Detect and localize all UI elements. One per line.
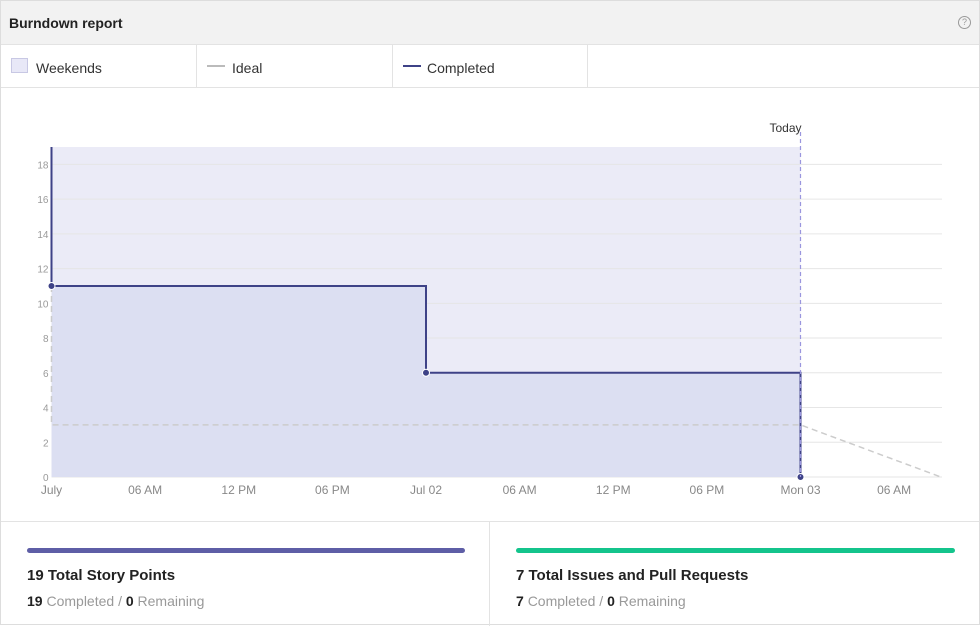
story-remaining-count: 0 [125, 593, 134, 609]
story-points-title: 19 Total Story Points [27, 567, 176, 584]
burndown-panel: Burndown report ? Weekends Ideal Complet… [0, 0, 980, 626]
story-completed-label: Completed [46, 593, 115, 609]
question-circle-icon[interactable]: ? [958, 16, 971, 29]
legend-label-completed: Completed [427, 60, 495, 76]
ideal-swatch-icon [207, 65, 225, 67]
y-tick-label: 10 [37, 299, 49, 310]
issues-stat: 7 Total Issues and Pull Requests 7 Compl… [490, 522, 979, 626]
legend-item-completed[interactable]: Completed [393, 45, 588, 87]
x-tick-label: 06 AM [128, 483, 162, 497]
legend-item-weekends[interactable]: Weekends [1, 45, 197, 87]
burndown-chart: 024681012141618July 06 AM 12 PM 06 PM Jul 02… [37, 121, 942, 497]
y-tick-label: 8 [43, 334, 49, 345]
stats-section: 19 Total Story Points 19 Completed / 0 R… [1, 521, 979, 626]
issues-progress-bar [516, 548, 955, 553]
y-tick-label: 2 [43, 438, 49, 449]
story-completed-count: 19 [27, 593, 43, 609]
y-tick-label: 18 [37, 160, 49, 171]
panel-title: Burndown report [9, 15, 123, 31]
story-points-progress-bar [27, 548, 465, 553]
story-separator: / [118, 593, 122, 609]
x-tick-label: July [41, 483, 62, 497]
x-tick-label: 06 AM [503, 483, 537, 497]
issues-completed-count: 7 [516, 593, 524, 609]
weekends-swatch-icon [11, 58, 28, 73]
completed-point [422, 368, 430, 377]
story-points-summary: 19 Completed / 0 Remaining [27, 593, 204, 609]
issues-separator: / [599, 593, 604, 609]
y-tick-label: 12 [37, 265, 49, 276]
issues-summary: 7 Completed / 0 Remaining [516, 593, 686, 609]
x-tick-label: Mon 03 [780, 483, 820, 497]
x-tick-label: 06 AM [877, 483, 911, 497]
legend-label-ideal: Ideal [232, 60, 263, 76]
x-tick-label: Jul 02 [410, 483, 442, 497]
issues-completed-label: Completed [527, 593, 596, 609]
x-tick-label: 12 PM [221, 483, 256, 497]
completed-point [47, 281, 56, 290]
issues-title: 7 Total Issues and Pull Requests [516, 567, 749, 584]
y-tick-label: 4 [43, 404, 49, 415]
issues-remaining-count: 0 [607, 593, 615, 609]
x-tick-label: 06 PM [690, 483, 725, 497]
x-tick-label: 12 PM [596, 483, 631, 497]
completed-swatch-icon [403, 65, 421, 67]
y-tick-label: 14 [37, 230, 49, 241]
issues-remaining-label: Remaining [618, 593, 686, 609]
panel-header: Burndown report ? [1, 1, 979, 45]
story-remaining-label: Remaining [137, 593, 205, 609]
legend-item-ideal[interactable]: Ideal [197, 45, 393, 87]
x-tick-label: 06 PM [315, 483, 350, 497]
y-tick-label: 16 [37, 195, 49, 206]
y-tick-label: 6 [43, 369, 49, 380]
legend-label-weekends: Weekends [36, 60, 102, 76]
chart-legend: Weekends Ideal Completed [1, 45, 979, 88]
story-points-stat: 19 Total Story Points 19 Completed / 0 R… [1, 522, 490, 626]
today-label: Today [769, 121, 801, 135]
